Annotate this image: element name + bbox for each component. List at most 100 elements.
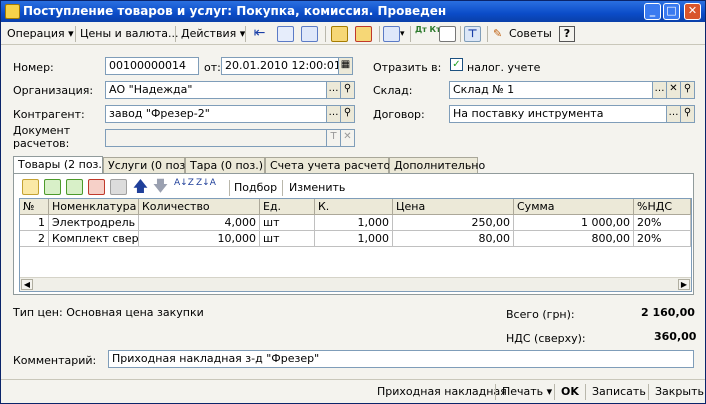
minimize-button[interactable]: _: [644, 3, 661, 20]
close-window-button[interactable]: ✕: [684, 3, 701, 20]
separator: [495, 384, 496, 400]
print-menu[interactable]: Печать ▾: [502, 383, 552, 401]
column-header-sum[interactable]: Сумма: [514, 199, 634, 215]
prices-button[interactable]: Цены и валюта...: [80, 25, 178, 43]
actions-menu[interactable]: Действия ▾: [181, 25, 245, 43]
arrow-down-icon[interactable]: 🡇: [152, 178, 169, 194]
goods-table[interactable]: № Номенклатура Количество Ед. К. Цена Су…: [19, 198, 692, 292]
type-icon[interactable]: T: [327, 129, 341, 147]
main-toolbar: Операция ▾ Цены и валюта... Действия ▾ ⇤…: [1, 23, 705, 45]
select-ellipsis-icon[interactable]: …: [327, 105, 341, 123]
contractor-field[interactable]: завод "Фрезер-2": [105, 105, 327, 123]
copy-row-icon[interactable]: [44, 179, 61, 195]
cell-quantity: 10,000: [139, 231, 260, 247]
cell-price: 80,00: [393, 231, 514, 247]
search-icon[interactable]: ⚲: [341, 105, 355, 123]
separator: [648, 384, 649, 400]
sort-ascending-icon[interactable]: A↓Z: [174, 179, 194, 195]
vat-label: НДС (сверху):: [506, 332, 586, 345]
help-button[interactable]: ?: [559, 26, 575, 42]
contract-field[interactable]: На поставку инструмента: [449, 105, 667, 123]
cell-number: 1: [20, 215, 49, 231]
ok-button[interactable]: OK: [561, 383, 579, 401]
select-ellipsis-icon[interactable]: …: [327, 81, 341, 99]
comment-label: Комментарий:: [13, 354, 97, 367]
create-based-on-icon[interactable]: [383, 26, 400, 42]
column-header-number[interactable]: №: [20, 199, 49, 215]
settlement-label-line1: Документ: [13, 124, 71, 137]
column-header-item[interactable]: Номенклатура: [49, 199, 139, 215]
cell-sum: 1 000,00: [514, 215, 634, 231]
table-toolbar: 🡅 🡇 A↓Z Z↓A: [22, 178, 232, 196]
separator: [379, 26, 380, 42]
invoice-button[interactable]: Приходная накладная: [377, 383, 507, 401]
column-header-vat[interactable]: %НДС: [634, 199, 691, 215]
change-button[interactable]: Изменить: [289, 181, 345, 194]
table-header: № Номенклатура Количество Ед. К. Цена Су…: [20, 199, 691, 215]
select-ellipsis-icon[interactable]: …: [653, 81, 667, 99]
separator: [175, 26, 176, 42]
cell-number: 2: [20, 231, 49, 247]
operation-menu[interactable]: Операция ▾: [7, 25, 74, 43]
arrow-up-icon[interactable]: 🡅: [132, 178, 149, 194]
window-title: Поступление товаров и услуг: Покупка, ко…: [23, 4, 447, 18]
search-icon[interactable]: ⚲: [681, 81, 695, 99]
delete-row-icon[interactable]: [88, 179, 105, 195]
save-button[interactable]: Записать: [592, 383, 646, 401]
tab-accounts[interactable]: Счета учета расчетов: [265, 157, 397, 174]
number-field[interactable]: 00100000014: [105, 57, 199, 75]
scroll-left-icon[interactable]: ◀: [21, 279, 33, 290]
selection-button[interactable]: Подбор: [234, 181, 277, 194]
tree-icon[interactable]: ⊤: [464, 26, 481, 42]
list-icon[interactable]: [439, 26, 456, 42]
org-field[interactable]: АО "Надежда": [105, 81, 327, 99]
operation-label: Операция: [7, 27, 65, 40]
search-icon[interactable]: ⚲: [341, 81, 355, 99]
tab-additional[interactable]: Дополнительно: [389, 157, 485, 174]
select-ellipsis-icon[interactable]: …: [667, 105, 681, 123]
clear-icon[interactable]: ✕: [667, 81, 681, 99]
horizontal-scrollbar[interactable]: ◀ ▶: [20, 277, 691, 291]
structure-icon[interactable]: [301, 26, 318, 42]
unpost-icon[interactable]: [355, 26, 372, 42]
tab-goods[interactable]: Товары (2 поз.): [13, 156, 106, 174]
tab-services[interactable]: Услуги (0 поз.): [103, 157, 193, 174]
dtkt-button[interactable]: Дт Кт: [415, 25, 441, 43]
clear-icon[interactable]: ✕: [341, 129, 355, 147]
move-left-icon[interactable]: ⇤: [251, 26, 268, 42]
comment-field[interactable]: Приходная накладная з-д "Фрезер": [108, 350, 694, 368]
search-icon[interactable]: ⚲: [681, 105, 695, 123]
table-row[interactable]: 2 Комплект сверл 10,000 шт 1,000 80,00 8…: [20, 231, 691, 247]
cell-item: Электродрель: [49, 215, 139, 231]
warehouse-field[interactable]: Склад № 1: [449, 81, 653, 99]
print-label: Печать: [502, 385, 544, 398]
settlement-label-line2: расчетов:: [13, 137, 70, 150]
refresh-icon[interactable]: [277, 26, 294, 42]
tax-checkbox[interactable]: ✓: [450, 58, 463, 71]
scroll-right-icon[interactable]: ▶: [678, 279, 690, 290]
separator: [325, 26, 326, 42]
warehouse-label: Склад:: [373, 84, 413, 97]
contract-label: Договор:: [373, 108, 425, 121]
table-row[interactable]: 1 Электродрель 4,000 шт 1,000 250,00 1 0…: [20, 215, 691, 231]
separator: [229, 180, 230, 196]
contractor-label: Контрагент:: [13, 108, 85, 121]
date-field[interactable]: 20.01.2010 12:00:01: [221, 57, 339, 75]
tab-containers[interactable]: Тара (0 поз.): [185, 157, 265, 174]
maximize-button[interactable]: □: [663, 3, 680, 20]
post-icon[interactable]: [331, 26, 348, 42]
advice-button[interactable]: Советы: [509, 25, 552, 43]
close-button[interactable]: Закрыть: [655, 383, 704, 401]
end-edit-icon[interactable]: [110, 179, 127, 195]
column-header-coef[interactable]: К.: [315, 199, 393, 215]
chevron-down-icon[interactable]: ▾: [400, 25, 405, 43]
sort-descending-icon[interactable]: Z↓A: [196, 179, 216, 195]
calendar-icon[interactable]: ▦: [339, 57, 353, 75]
column-header-unit[interactable]: Ед.: [260, 199, 315, 215]
settlement-field[interactable]: [105, 129, 327, 147]
add-row-icon[interactable]: [22, 179, 39, 195]
separator: [487, 26, 488, 42]
column-header-price[interactable]: Цена: [393, 199, 514, 215]
column-header-quantity[interactable]: Количество: [139, 199, 260, 215]
edit-row-icon[interactable]: [66, 179, 83, 195]
